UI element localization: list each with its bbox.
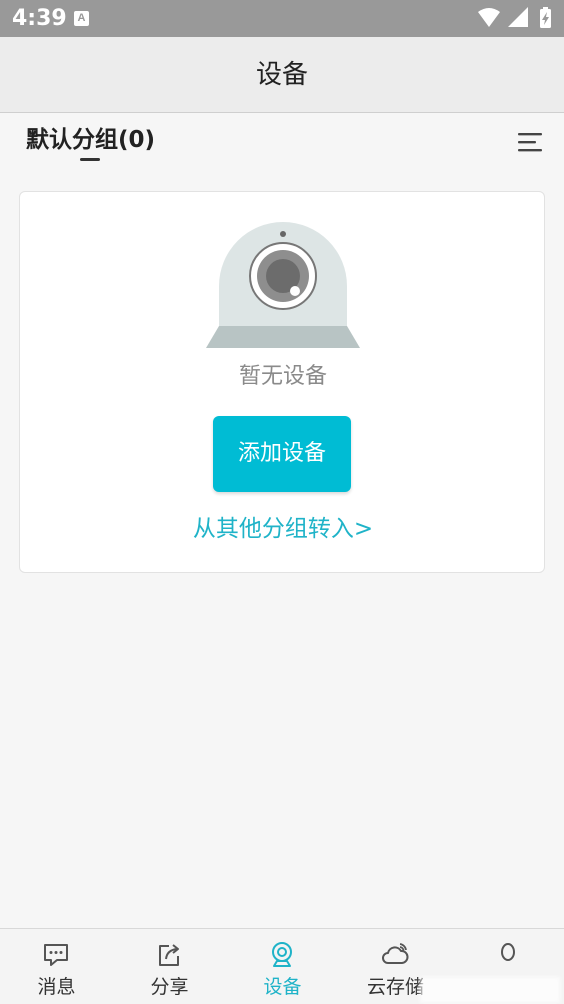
page-title: 设备 (255, 60, 308, 90)
notification-badge: A (74, 11, 89, 26)
add-device-button[interactable]: 添加设备 (213, 416, 351, 492)
device-card: 暂无设备 添加设备 从其他分组转入> (19, 191, 545, 573)
title-bar: 设备 (0, 37, 564, 113)
status-icons (478, 7, 551, 28)
nav-label: 设备 (263, 976, 302, 998)
camera-icon (206, 222, 360, 348)
device-icon (272, 942, 292, 967)
status-bar: 4:39 A (0, 0, 564, 37)
transfer-from-group-link[interactable]: 从其他分组转入> (20, 514, 546, 544)
watermark-overlay (420, 977, 560, 1003)
nav-item-messages[interactable]: 消息 (0, 929, 113, 1004)
wifi-icon (478, 8, 500, 27)
group-tab-default[interactable]: 默认分组(0) (26, 125, 155, 155)
share-icon (159, 944, 179, 966)
nav-item-share[interactable]: 分享 (113, 929, 226, 1004)
list-menu-icon[interactable] (518, 131, 544, 153)
empty-message: 暂无设备 (238, 364, 327, 389)
nav-label: 分享 (150, 976, 189, 998)
battery-icon (540, 7, 551, 28)
signal-icon (508, 7, 528, 27)
cloud-icon (382, 943, 409, 964)
status-time: 4:39 (12, 6, 67, 31)
message-icon (44, 944, 68, 966)
profile-icon (501, 943, 515, 961)
nav-label: 消息 (37, 976, 76, 998)
nav-item-devices[interactable]: 设备 (226, 929, 339, 1004)
bottom-nav: 消息 分享 设备 云存储 (0, 928, 564, 1004)
group-bar: 默认分组(0) (0, 113, 564, 177)
group-tab-indicator (80, 158, 100, 161)
